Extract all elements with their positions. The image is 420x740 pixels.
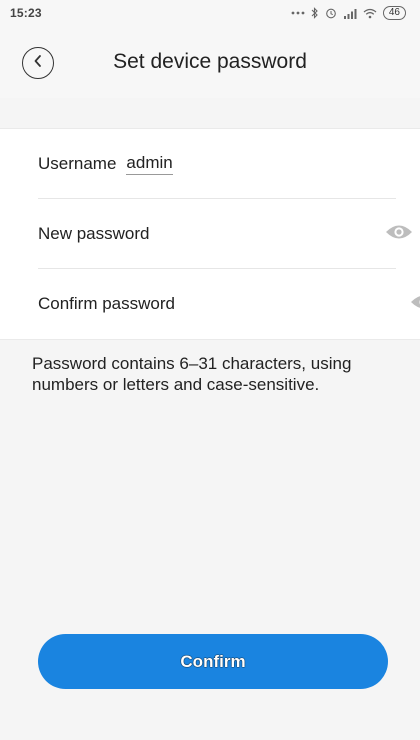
battery-indicator: 46	[382, 6, 406, 20]
confirm-password-row: Confirm password	[38, 269, 420, 339]
wifi-icon	[363, 8, 377, 19]
status-bar: 15:23 46	[0, 0, 420, 26]
signal-icon	[343, 8, 357, 19]
confirm-password-visibility-toggle[interactable]	[410, 292, 420, 316]
new-password-row: New password	[38, 199, 412, 269]
username-value: admin	[126, 153, 173, 175]
eye-icon	[385, 223, 413, 246]
status-icons: 46	[291, 6, 406, 20]
page-title: Set device password	[113, 50, 307, 73]
username-row: Username admin	[38, 129, 396, 199]
confirm-password-label: Confirm password	[38, 294, 175, 313]
status-time: 15:23	[10, 6, 42, 20]
new-password-input[interactable]	[159, 213, 385, 255]
confirm-password-input[interactable]	[185, 283, 410, 325]
alarm-icon	[325, 7, 337, 19]
password-form: Username admin New password Confirm pass…	[0, 128, 420, 340]
password-hint: Password contains 6–31 characters, using…	[32, 354, 352, 394]
confirm-button[interactable]: Confirm	[38, 634, 388, 689]
bluetooth-icon	[311, 7, 319, 19]
new-password-label: New password	[38, 224, 150, 243]
header: Set device password	[0, 26, 420, 98]
eye-icon	[410, 293, 420, 316]
more-dots-icon	[291, 11, 305, 15]
new-password-visibility-toggle[interactable]	[385, 222, 413, 246]
username-label: Username	[38, 154, 117, 173]
